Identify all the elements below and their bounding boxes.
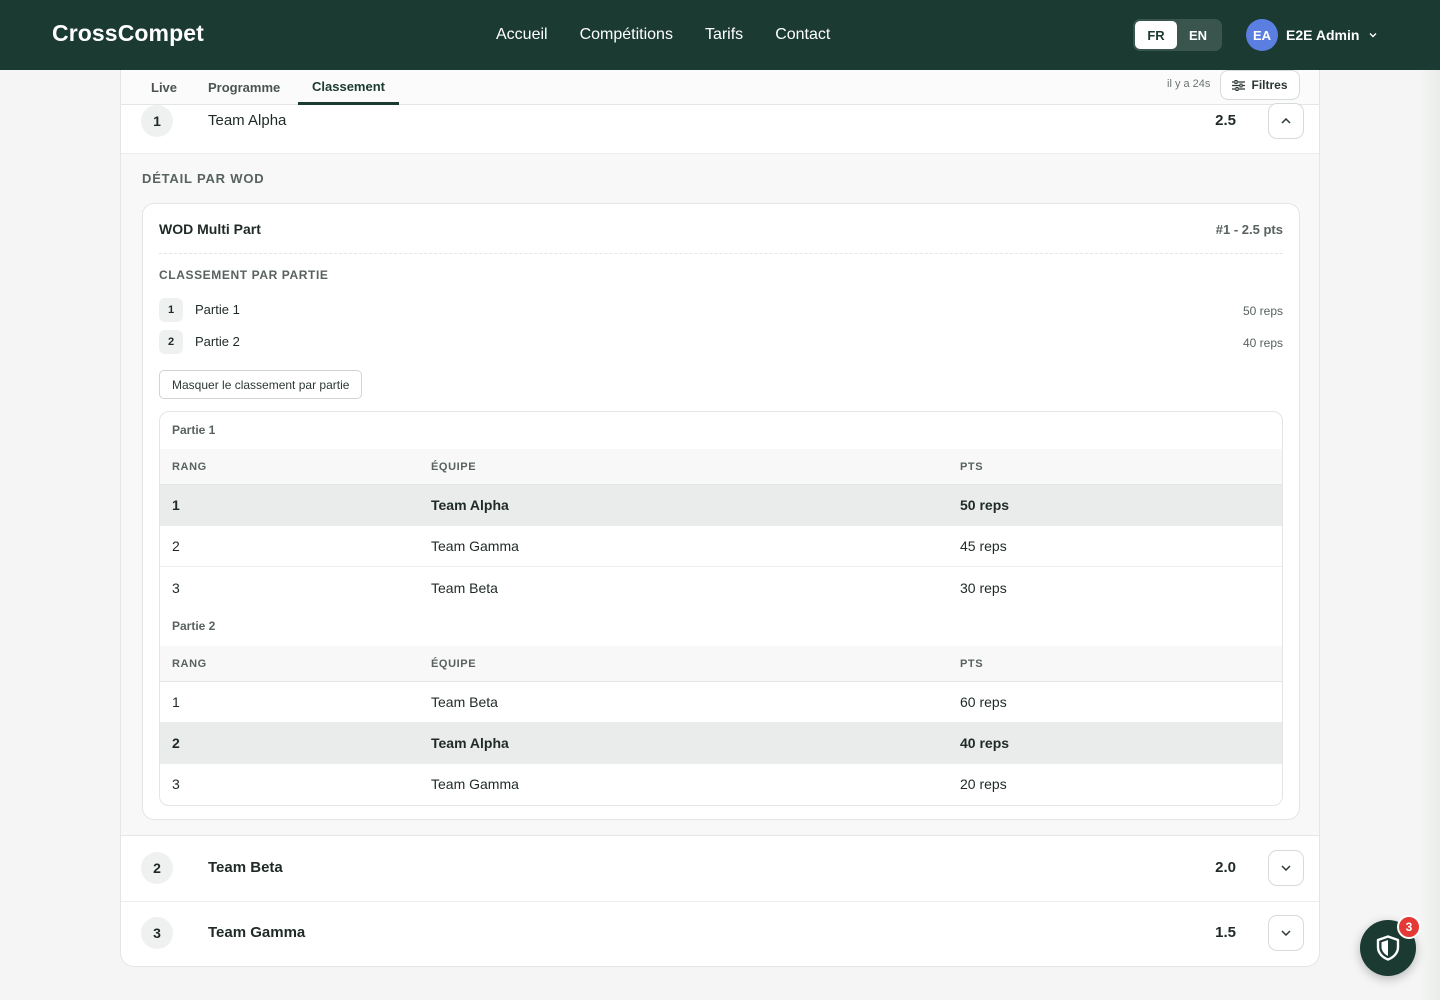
collapse-button[interactable] [1268, 103, 1304, 139]
table-caption: Partie 1 [172, 423, 216, 437]
team-row-2[interactable]: 2 Team Beta 2.0 [121, 837, 1319, 902]
part-number: 2 [159, 330, 183, 354]
nav-tarifs[interactable]: Tarifs [705, 26, 743, 44]
top-navbar: CrossCompet Accueil Compétitions Tarifs … [0, 0, 1440, 70]
part-item-1: 1 Partie 1 50 reps [159, 298, 1283, 322]
cell-pts: 45 reps [960, 538, 1007, 554]
tabs-bar: Live Programme Classement il y a 24s Fil… [121, 70, 1319, 105]
col-rank: RANG [172, 658, 207, 670]
language-switcher: FR EN [1133, 19, 1222, 51]
cell-pts: 20 reps [960, 776, 1007, 792]
filters-label: Filtres [1251, 78, 1288, 92]
filters-button[interactable]: Filtres [1220, 70, 1300, 100]
detail-title: DÉTAIL PAR WOD [142, 171, 265, 186]
cell-team: Team Beta [431, 580, 498, 596]
site-logo[interactable]: CrossCompet [52, 20, 204, 47]
sliders-icon [1232, 79, 1246, 91]
part-value: 40 reps [1242, 336, 1283, 350]
part-label: Partie 2 [195, 334, 240, 349]
user-menu[interactable]: EA E2E Admin [1246, 19, 1377, 51]
cell-team: Team Gamma [431, 538, 519, 554]
col-pts: PTS [960, 658, 984, 670]
part-value: 50 reps [1242, 304, 1283, 318]
main-nav: Accueil Compétitions Tarifs Contact [480, 0, 846, 70]
table-caption: Partie 2 [172, 619, 216, 633]
cell-pts: 30 reps [960, 580, 1007, 596]
cell-pts: 60 reps [960, 694, 1007, 710]
team-score: 2.0 [1215, 859, 1236, 876]
cell-team: Team Alpha [431, 735, 509, 751]
col-rank: RANG [172, 461, 207, 473]
cell-rank: 2 [172, 735, 180, 751]
expand-button[interactable] [1268, 915, 1304, 951]
avatar: EA [1246, 19, 1278, 51]
team-score: 1.5 [1215, 924, 1236, 941]
cell-rank: 1 [172, 497, 180, 513]
cell-rank: 3 [172, 580, 180, 596]
col-pts: PTS [960, 461, 984, 473]
rank-chip: 2 [141, 852, 173, 884]
user-name: E2E Admin [1286, 27, 1360, 43]
shield-icon [1376, 935, 1400, 961]
cell-pts: 50 reps [960, 497, 1010, 513]
tab-programme[interactable]: Programme [208, 70, 280, 105]
nav-contact[interactable]: Contact [775, 26, 830, 44]
table-row: 3 Team Beta 30 reps [160, 568, 1282, 609]
chevron-down-icon [1281, 930, 1291, 936]
team-name: Team Beta [208, 859, 283, 876]
rank-chip: 3 [141, 917, 173, 949]
lang-en-button[interactable]: EN [1177, 21, 1219, 49]
part-number: 1 [159, 298, 183, 322]
standings-card: Live Programme Classement il y a 24s Fil… [120, 70, 1320, 967]
rank-chip: 1 [141, 105, 173, 137]
nav-competitions[interactable]: Compétitions [580, 26, 673, 44]
team-name: Team Alpha [208, 112, 287, 129]
hide-part-ranking-button[interactable]: Masquer le classement par partie [159, 370, 363, 399]
team-row-1[interactable]: 1 Team Alpha 2.5 [121, 103, 1319, 153]
part-ranking-tables: Partie 1 RANG ÉQUIPE PTS 1 Team Alpha 50… [159, 411, 1283, 806]
wod-card: WOD Multi Part #1 - 2.5 pts CLASSEMENT P… [142, 203, 1300, 820]
cell-team: Team Beta [431, 694, 498, 710]
team-row-3[interactable]: 3 Team Gamma 1.5 [121, 902, 1319, 966]
tab-classement[interactable]: Classement [298, 70, 399, 105]
table-row: 1 Team Alpha 50 reps [160, 485, 1282, 526]
cell-rank: 3 [172, 776, 180, 792]
tab-live[interactable]: Live [151, 70, 177, 105]
page-edge-shade [1420, 70, 1440, 1000]
col-team: ÉQUIPE [431, 658, 477, 670]
table-header: RANG ÉQUIPE PTS [160, 449, 1282, 485]
part-item-2: 2 Partie 2 40 reps [159, 330, 1283, 354]
col-team: ÉQUIPE [431, 461, 477, 473]
chevron-up-icon [1281, 118, 1291, 124]
cell-rank: 1 [172, 694, 180, 710]
team-detail-panel: DÉTAIL PAR WOD WOD Multi Part #1 - 2.5 p… [121, 153, 1319, 836]
cell-team: Team Gamma [431, 776, 519, 792]
chevron-down-icon [1369, 33, 1377, 38]
wod-name: WOD Multi Part [159, 221, 261, 237]
cell-pts: 40 reps [960, 735, 1010, 751]
table-header: RANG ÉQUIPE PTS [160, 646, 1282, 682]
chevron-down-icon [1281, 865, 1291, 871]
last-updated: il y a 24s [1167, 78, 1211, 90]
part-label: Partie 1 [195, 302, 240, 317]
table-row: 1 Team Beta 60 reps [160, 682, 1282, 723]
nav-accueil[interactable]: Accueil [496, 26, 548, 44]
table-row: 3 Team Gamma 20 reps [160, 764, 1282, 805]
team-name: Team Gamma [208, 924, 306, 941]
table-row: 2 Team Gamma 45 reps [160, 526, 1282, 567]
cell-rank: 2 [172, 538, 180, 554]
divider [159, 253, 1283, 254]
wod-rank: #1 - 2.5 pts [1215, 222, 1283, 237]
cell-team: Team Alpha [431, 497, 509, 513]
table-row: 2 Team Alpha 40 reps [160, 723, 1282, 764]
notification-badge: 3 [1397, 915, 1421, 939]
parts-title: CLASSEMENT PAR PARTIE [159, 268, 329, 282]
lang-fr-button[interactable]: FR [1135, 21, 1177, 49]
expand-button[interactable] [1268, 850, 1304, 886]
team-score: 2.5 [1215, 112, 1236, 129]
